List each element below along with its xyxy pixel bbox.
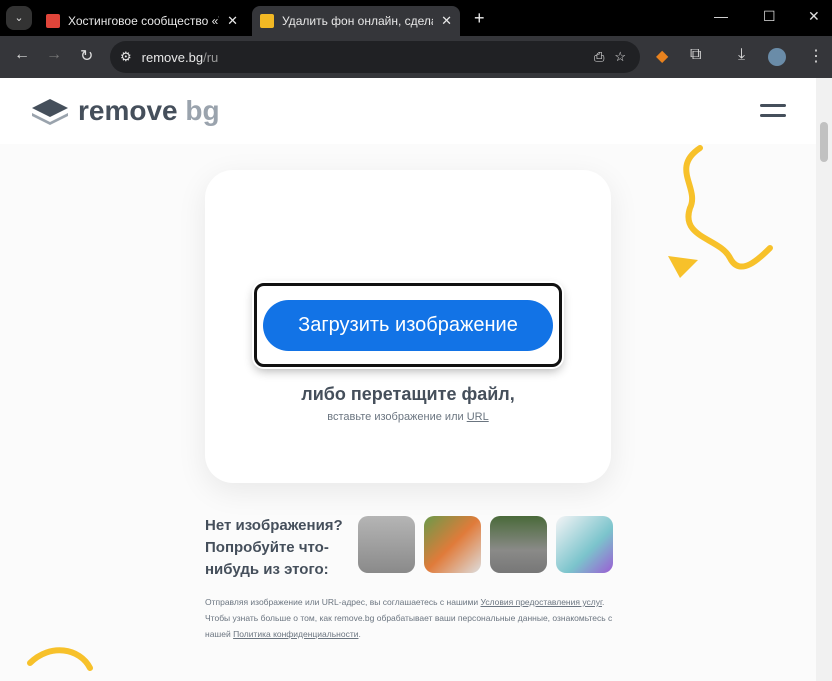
download-icon[interactable]: ⤓ [738, 46, 745, 64]
sample-woman[interactable] [358, 516, 415, 573]
tab-title: Хостинговое сообщество «Tim [68, 14, 219, 28]
forward-icon[interactable]: → [46, 46, 62, 64]
close-window-button[interactable]: ✕ [808, 8, 820, 25]
upload-card: Загрузить изображение либо перетащите фа… [205, 170, 611, 483]
sample-car[interactable] [490, 516, 547, 573]
legal-part: Отправляя изображение или URL-адрес, вы … [205, 597, 481, 607]
terms-link[interactable]: Условия предоставления услуг [481, 597, 603, 607]
sample-images [358, 516, 613, 573]
paste-text: вставьте изображение или [327, 411, 467, 423]
metamask-icon[interactable]: ◆ [656, 46, 668, 66]
page: remove bg Загрузить изображение либо пер… [0, 78, 816, 681]
minimize-button[interactable]: — [714, 8, 728, 24]
logo-icon [32, 99, 68, 125]
new-tab-button[interactable]: + [474, 8, 485, 29]
site-header: remove bg [0, 78, 816, 144]
logo-text-bg: bg [185, 95, 220, 126]
maximize-button[interactable]: ☐ [763, 8, 776, 25]
scrollbar[interactable] [816, 78, 832, 681]
install-app-icon[interactable]: ⎙ [594, 49, 604, 65]
browser-toolbar: ← → ↻ ⚙ remove.bg/ru ⎙ ☆ ◆ ⧉ ⤓ ⋮ [0, 36, 832, 78]
bookmark-star-icon[interactable]: ☆ [614, 49, 626, 65]
favicon-icon [46, 14, 60, 28]
close-tab-icon[interactable]: ✕ [441, 13, 452, 29]
legal-part: . [358, 629, 361, 639]
reload-icon[interactable]: ↻ [80, 46, 93, 66]
url-link[interactable]: URL [467, 411, 489, 423]
address-bar[interactable]: ⚙ remove.bg/ru ⎙ ☆ [110, 41, 640, 73]
profile-avatar[interactable] [768, 48, 786, 66]
decor-squiggle-bottom [27, 647, 93, 671]
upload-image-button[interactable]: Загрузить изображение [263, 300, 553, 351]
scrollbar-thumb[interactable] [820, 122, 828, 162]
paste-hint: вставьте изображение или URL [205, 411, 611, 423]
tab-hosting[interactable]: Хостинговое сообщество «Tim ✕ [38, 6, 246, 36]
legal-brand: remove.bg [334, 613, 375, 623]
url-path: /ru [203, 49, 219, 65]
sample-pigeon[interactable] [424, 516, 481, 573]
site-info-icon[interactable]: ⚙ [120, 49, 132, 65]
tab-title: Удалить фон онлайн, сделать п [282, 14, 433, 28]
sample-heading: Нет изображения? Попробуйте что-нибудь и… [205, 517, 343, 578]
hamburger-menu-icon[interactable] [760, 104, 786, 124]
logo-text: remove [78, 95, 178, 126]
tab-removebg[interactable]: Удалить фон онлайн, сделать п ✕ [252, 6, 460, 36]
tab-search-button[interactable]: ⌄ [6, 6, 32, 30]
url-host: remove.bg [141, 49, 204, 65]
menu-icon[interactable]: ⋮ [808, 46, 824, 66]
close-tab-icon[interactable]: ✕ [227, 13, 238, 29]
drop-file-text: либо перетащите файл, [301, 384, 515, 404]
back-icon[interactable]: ← [14, 46, 30, 64]
legal-text: Отправляя изображение или URL-адрес, вы … [205, 594, 615, 642]
removebg-logo[interactable]: remove bg [30, 95, 220, 127]
favicon-icon [260, 14, 274, 28]
decor-squiggle [668, 145, 773, 278]
tab-bar: ⌄ Хостинговое сообщество «Tim ✕ Удалить … [0, 0, 832, 36]
privacy-link[interactable]: Политика конфиденциальности [233, 629, 358, 639]
sample-fitness[interactable] [556, 516, 613, 573]
extensions-icon[interactable]: ⧉ [690, 46, 701, 64]
